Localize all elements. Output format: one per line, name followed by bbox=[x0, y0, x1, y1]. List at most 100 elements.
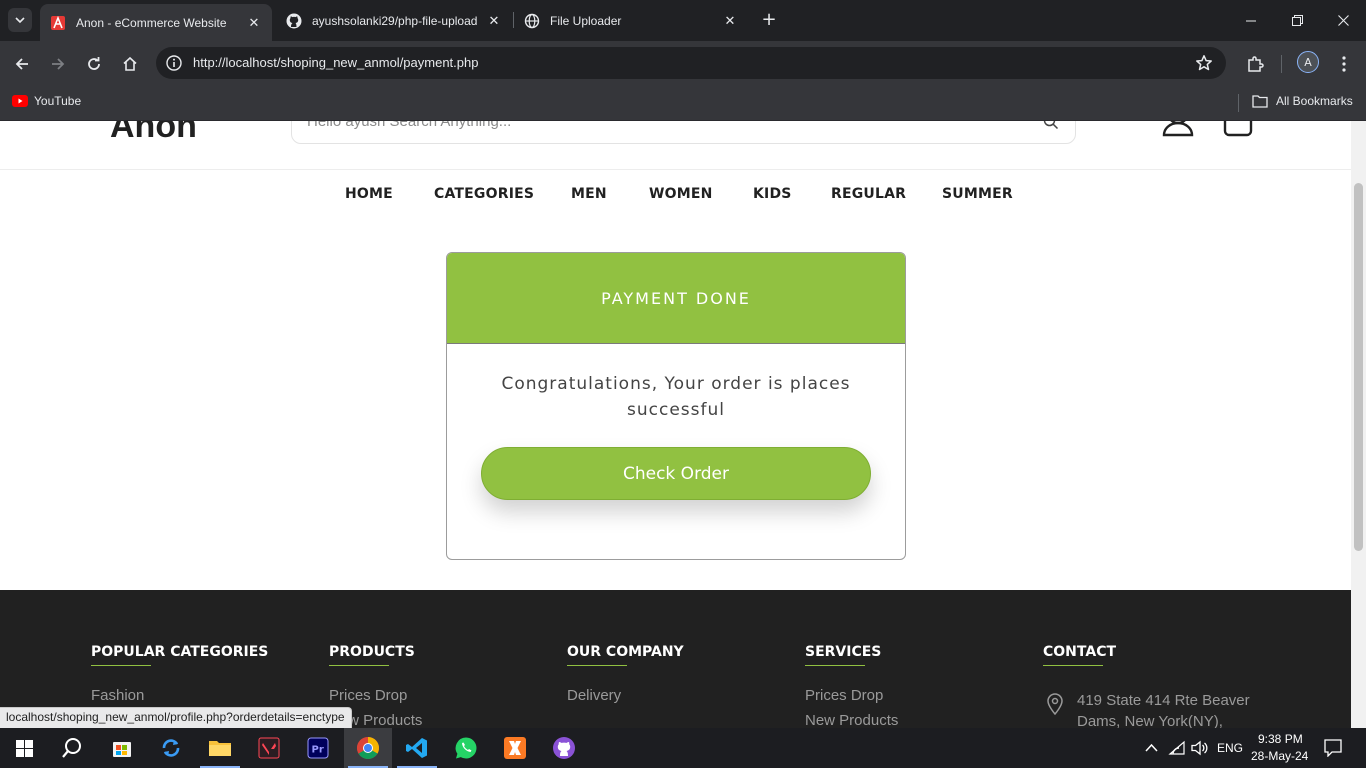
clock-date[interactable]: 28-May-24 bbox=[1251, 749, 1308, 763]
home-button[interactable] bbox=[117, 51, 143, 77]
payment-card: PAYMENT DONE Congratulations, Your order… bbox=[446, 252, 906, 560]
globe-icon bbox=[524, 13, 540, 29]
shopping-bag-icon[interactable] bbox=[1222, 121, 1254, 137]
address-bar[interactable]: http://localhost/shoping_new_anmol/payme… bbox=[156, 47, 1226, 79]
chrome-icon bbox=[357, 737, 379, 759]
close-tab-icon[interactable]: ✕ bbox=[722, 13, 738, 29]
premiere-pro-icon: Pr bbox=[307, 737, 329, 759]
tab-github[interactable]: ayushsolanki29/php-file-upload ✕ bbox=[276, 4, 512, 37]
valorant-icon bbox=[258, 737, 280, 759]
footer-link[interactable]: Fashion bbox=[91, 686, 268, 706]
sync-icon bbox=[162, 739, 180, 757]
youtube-icon bbox=[12, 95, 28, 107]
extensions-button[interactable] bbox=[1242, 51, 1268, 77]
nav-home[interactable]: HOME bbox=[345, 186, 393, 202]
close-tab-icon[interactable]: ✕ bbox=[246, 15, 262, 31]
search-icon[interactable] bbox=[1043, 121, 1059, 130]
footer-heading: POPULAR CATEGORIES bbox=[91, 644, 268, 666]
header-divider bbox=[0, 169, 1351, 170]
location-pin-icon bbox=[1047, 693, 1063, 715]
arrow-left-icon bbox=[15, 58, 28, 70]
chrome-app[interactable] bbox=[344, 728, 392, 768]
vscode-icon bbox=[406, 738, 427, 758]
all-bookmarks-button[interactable]: All Bookmarks bbox=[1252, 94, 1353, 108]
restore-icon bbox=[1291, 15, 1303, 26]
footer-link[interactable]: Prices Drop bbox=[329, 686, 422, 706]
whatsapp-icon bbox=[455, 737, 477, 759]
page-scrollbar[interactable] bbox=[1351, 121, 1366, 728]
nav-regular[interactable]: REGULAR bbox=[831, 186, 906, 202]
sync-app[interactable] bbox=[147, 728, 195, 768]
link-status-bubble: localhost/shoping_new_anmol/profile.php?… bbox=[0, 707, 352, 728]
language-indicator[interactable]: ENG bbox=[1217, 741, 1243, 755]
close-window-button[interactable] bbox=[1320, 0, 1366, 41]
chevron-down-icon bbox=[15, 17, 25, 24]
contact-address: 419 State 414 Rte Beaver Dams, New York(… bbox=[1077, 692, 1250, 728]
bookmark-star-icon[interactable] bbox=[1194, 53, 1214, 73]
nav-categories[interactable]: CATEGORIES bbox=[434, 186, 534, 202]
footer-column-company: OUR COMPANY Delivery bbox=[567, 644, 684, 706]
github-desktop-app[interactable] bbox=[540, 728, 588, 768]
vscode-app[interactable] bbox=[393, 728, 441, 768]
xampp-icon bbox=[504, 737, 526, 759]
profile-avatar[interactable]: A bbox=[1297, 51, 1319, 73]
nav-summer[interactable]: SUMMER bbox=[942, 186, 1013, 202]
svg-text:Pr: Pr bbox=[312, 745, 324, 756]
minimize-icon bbox=[1246, 20, 1256, 21]
footer-heading: CONTACT bbox=[1043, 644, 1116, 666]
clock-time[interactable]: 9:38 PM bbox=[1258, 732, 1303, 746]
kebab-menu-icon bbox=[1342, 56, 1346, 72]
tab-search-button[interactable] bbox=[8, 8, 32, 32]
bookmark-youtube[interactable]: YouTube bbox=[12, 94, 81, 108]
premiere-pro-app[interactable]: Pr bbox=[294, 728, 342, 768]
volume-icon[interactable] bbox=[1191, 740, 1209, 756]
footer-heading: PRODUCTS bbox=[329, 644, 422, 666]
footer-column-categories: POPULAR CATEGORIES Fashion bbox=[91, 644, 268, 706]
restore-button[interactable] bbox=[1274, 0, 1320, 41]
search-taskbar-button[interactable] bbox=[48, 728, 96, 768]
check-order-button[interactable]: Check Order bbox=[481, 447, 871, 500]
new-tab-button[interactable]: + bbox=[758, 9, 780, 31]
nav-men[interactable]: MEN bbox=[571, 186, 607, 202]
valorant-app[interactable] bbox=[245, 728, 293, 768]
xampp-app[interactable] bbox=[491, 728, 539, 768]
all-bookmarks-label: All Bookmarks bbox=[1276, 94, 1353, 108]
back-button[interactable] bbox=[9, 51, 35, 77]
bookmarks-separator bbox=[1238, 94, 1239, 112]
site-logo[interactable]: Anon bbox=[110, 121, 197, 146]
arrow-right-icon bbox=[52, 58, 65, 70]
url-text: http://localhost/shoping_new_anmol/payme… bbox=[193, 55, 479, 70]
nav-women[interactable]: WOMEN bbox=[649, 186, 713, 202]
home-icon bbox=[123, 56, 137, 71]
file-explorer-app[interactable] bbox=[196, 728, 244, 768]
github-desktop-icon bbox=[553, 737, 575, 759]
github-icon bbox=[286, 13, 302, 29]
microsoft-store-app[interactable] bbox=[98, 728, 146, 768]
footer-link[interactable]: Delivery bbox=[567, 686, 684, 706]
footer-link[interactable]: Prices Drop bbox=[805, 686, 898, 706]
forward-button[interactable] bbox=[45, 51, 71, 77]
site-info-icon[interactable] bbox=[162, 51, 186, 75]
whatsapp-app[interactable] bbox=[442, 728, 490, 768]
nav-kids[interactable]: KIDS bbox=[753, 186, 792, 202]
start-button[interactable] bbox=[0, 728, 48, 768]
close-tab-icon[interactable]: ✕ bbox=[486, 13, 502, 29]
footer-heading: SERVICES bbox=[805, 644, 898, 666]
user-icon[interactable] bbox=[1161, 121, 1195, 137]
menu-button[interactable] bbox=[1331, 51, 1357, 77]
anon-logo-icon bbox=[50, 15, 66, 31]
footer-link[interactable]: New Products bbox=[805, 712, 898, 728]
toolbar-separator bbox=[1281, 55, 1282, 73]
chevron-up-icon[interactable] bbox=[1145, 742, 1158, 754]
reload-button[interactable] bbox=[81, 51, 107, 77]
folder-icon bbox=[209, 741, 231, 756]
tab-anon[interactable]: Anon - eCommerce Website ✕ bbox=[40, 4, 272, 41]
notification-icon[interactable] bbox=[1324, 739, 1342, 757]
minimize-button[interactable] bbox=[1228, 0, 1274, 41]
tab-file-uploader[interactable]: File Uploader ✕ bbox=[514, 4, 748, 37]
reload-icon bbox=[88, 57, 100, 70]
bookmarks-bar: YouTube All Bookmarks bbox=[0, 86, 1366, 121]
wifi-icon[interactable] bbox=[1168, 740, 1186, 756]
scrollbar-thumb[interactable] bbox=[1354, 183, 1363, 551]
search-field[interactable]: Hello ayush Search Anything... bbox=[291, 121, 1076, 144]
